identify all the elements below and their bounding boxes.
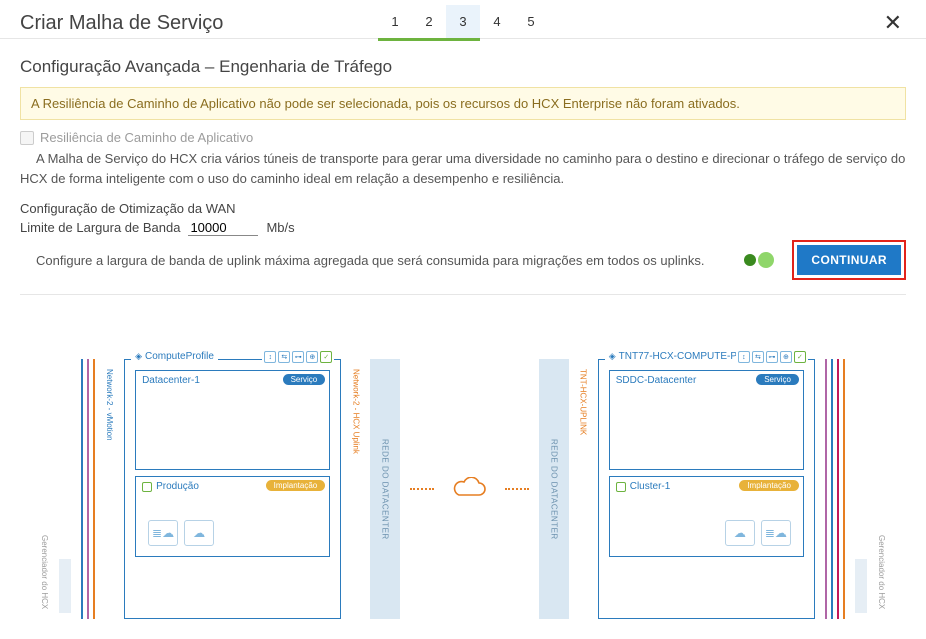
close-icon[interactable]: ✕ — [880, 10, 906, 36]
right-compute-profile: ◈ TNT77-HCX-COMPUTE-PROFILE ↕ ⇆ ⊶ ⊕ ✓ SD… — [598, 359, 815, 619]
service-icon: ✓ — [320, 351, 332, 363]
left-network-label: Network-2 - vMotion — [105, 359, 114, 441]
topology-diagram: Gerenciador do HCX Network-2 - vMotion ◈… — [0, 359, 926, 639]
cluster-icon — [616, 482, 626, 492]
right-datacenter-box: SDDC-Datacenter Serviço — [609, 370, 804, 470]
service-icon: ⊕ — [306, 351, 318, 363]
wizard-steps: 1 2 3 4 5 — [378, 5, 548, 41]
continue-highlight: CONTINUAR — [792, 240, 906, 280]
left-manager-label: Gerenciador do HCX — [40, 535, 49, 619]
step-3[interactable]: 3 — [446, 5, 480, 41]
service-icon: ↕ — [738, 351, 750, 363]
right-profile-service-icons: ↕ ⇆ ⊶ ⊕ ✓ — [736, 351, 808, 363]
cube-icon: ◈ — [609, 351, 616, 362]
service-appliance-icon: ≣☁ — [148, 520, 178, 546]
left-dc-name: Datacenter-1 — [142, 375, 200, 386]
status-dot-dark-icon — [744, 254, 756, 266]
cloud-icon — [444, 359, 496, 619]
right-manager-bar — [855, 559, 867, 613]
step-5[interactable]: 5 — [514, 5, 548, 41]
service-icon: ↕ — [264, 351, 276, 363]
service-appliance-icon: ☁ — [725, 520, 755, 546]
left-dc-badge: Serviço — [283, 374, 326, 385]
bw-hint: Configure a largura de banda de uplink m… — [20, 253, 732, 268]
service-icon: ⊶ — [766, 351, 778, 363]
service-icon: ✓ — [794, 351, 806, 363]
wan-opt-title: Configuração de Otimização da WAN — [20, 201, 906, 216]
left-datacenter-box: Datacenter-1 Serviço — [135, 370, 330, 470]
service-icon: ⊕ — [780, 351, 792, 363]
left-network-lines — [81, 359, 95, 619]
status-indicator — [744, 252, 774, 268]
continue-button[interactable]: CONTINUAR — [797, 245, 901, 275]
link-dotted-left — [410, 488, 434, 490]
left-datacenter-network: REDE DO DATACENTER — [370, 359, 399, 619]
app-path-resiliency-label: Resiliência de Caminho de Aplicativo — [40, 130, 253, 145]
left-cluster-box: Produção Implantação ≣☁ ☁ — [135, 476, 330, 557]
right-dc-name: SDDC-Datacenter — [616, 375, 697, 386]
right-cluster-name: Cluster-1 — [630, 481, 671, 492]
service-appliance-icon: ☁ — [184, 520, 214, 546]
step-2[interactable]: 2 — [412, 5, 446, 41]
section-title: Configuração Avançada – Engenharia de Tr… — [20, 57, 906, 77]
right-uplink-label: TNT-HCX-UPLINK — [579, 359, 588, 435]
app-path-resiliency-checkbox — [20, 131, 34, 145]
service-icon: ⊶ — [292, 351, 304, 363]
left-compute-profile: ◈ ComputeProfile ↕ ⇆ ⊶ ⊕ ✓ Datacenter-1 … — [124, 359, 341, 619]
right-cluster-badge: Implantação — [739, 480, 799, 491]
right-datacenter-network: REDE DO DATACENTER — [539, 359, 568, 619]
cube-icon: ◈ — [135, 351, 142, 362]
right-cluster-box: Cluster-1 Implantação ☁ ≣☁ — [609, 476, 804, 557]
page-title: Criar Malha de Serviço — [20, 12, 223, 35]
right-manager-label: Gerenciador do HCX — [877, 535, 886, 619]
left-manager-bar — [59, 559, 71, 613]
warning-banner: A Resiliência de Caminho de Aplicativo n… — [20, 87, 906, 120]
service-appliance-icon: ≣☁ — [761, 520, 791, 546]
app-path-resiliency-desc: A Malha de Serviço do HCX cria vários tú… — [20, 149, 906, 189]
bw-limit-label: Limite de Largura de Banda — [20, 220, 180, 235]
status-dot-light-icon — [758, 252, 774, 268]
left-uplink-label: Network-2 - HCX Uplink — [351, 359, 360, 454]
cluster-icon — [142, 482, 152, 492]
bw-limit-unit: Mb/s — [266, 220, 294, 235]
link-dotted-right — [505, 488, 529, 490]
step-4[interactable]: 4 — [480, 5, 514, 41]
left-cluster-name: Produção — [156, 481, 199, 492]
right-dc-badge: Serviço — [756, 374, 799, 385]
bw-limit-input[interactable] — [188, 220, 258, 236]
left-cluster-badge: Implantação — [266, 480, 326, 491]
left-profile-name: ComputeProfile — [145, 351, 214, 362]
service-icon: ⇆ — [752, 351, 764, 363]
left-profile-service-icons: ↕ ⇆ ⊶ ⊕ ✓ — [262, 351, 334, 363]
service-icon: ⇆ — [278, 351, 290, 363]
step-1[interactable]: 1 — [378, 5, 412, 41]
right-network-lines — [825, 359, 845, 619]
